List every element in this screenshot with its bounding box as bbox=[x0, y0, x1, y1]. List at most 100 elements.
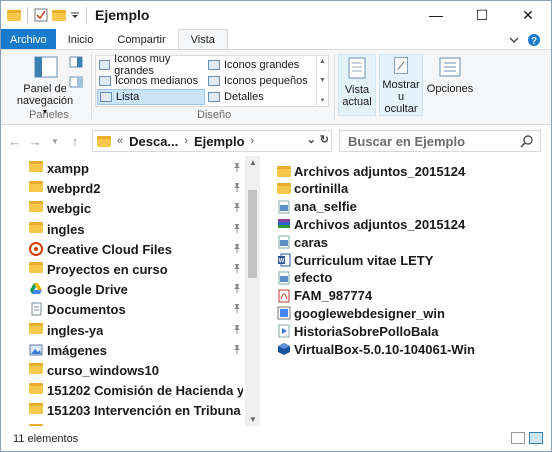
tab-archivo[interactable]: Archivo bbox=[1, 29, 56, 50]
pin-icon[interactable] bbox=[232, 223, 242, 236]
nav-item[interactable]: 151202 Comisión de Hacienda y C bbox=[1, 380, 245, 400]
maximize-button[interactable]: ☐ bbox=[459, 1, 505, 29]
current-view-button[interactable]: Vista actual bbox=[338, 54, 376, 116]
forward-icon[interactable]: → bbox=[27, 134, 43, 149]
file-item-label: efecto bbox=[294, 270, 333, 286]
overflow-chevron-icon[interactable]: « bbox=[117, 135, 123, 147]
current-view-label: Vista actual bbox=[342, 84, 372, 108]
pictures-icon bbox=[29, 343, 43, 357]
details-pane-icon[interactable] bbox=[69, 76, 83, 88]
file-item[interactable]: HistoriaSobrePolloBala bbox=[277, 322, 438, 340]
nav-item-label: Galerías bbox=[47, 424, 98, 426]
window-title: Ejemplo bbox=[95, 7, 150, 23]
expand-gallery-icon[interactable]: ▾ bbox=[321, 96, 325, 104]
chevron-right-icon[interactable]: › bbox=[184, 135, 188, 147]
refresh-icon[interactable]: ↻ bbox=[320, 133, 329, 146]
file-item[interactable]: W Curriculum vitae LETY bbox=[277, 251, 433, 269]
folder-icon bbox=[29, 383, 43, 395]
folder-icon bbox=[29, 403, 43, 415]
image-file-icon bbox=[277, 271, 291, 285]
file-item[interactable]: VirtualBox-5.0.10-104061-Win bbox=[277, 340, 475, 358]
breadcrumb-item[interactable]: Desca... bbox=[129, 134, 178, 149]
nav-item-label: 151203 Intervención en Tribuna d bbox=[47, 403, 243, 419]
ribbon-panel: Panel de navegación ▼ Paneles Iconos muy… bbox=[1, 49, 551, 125]
help-icon[interactable]: ? bbox=[527, 33, 541, 47]
folder-icon bbox=[277, 165, 291, 177]
pin-icon[interactable] bbox=[232, 162, 242, 175]
file-item[interactable]: efecto bbox=[277, 269, 332, 287]
pin-icon[interactable] bbox=[232, 182, 242, 195]
file-item[interactable]: cortinilla bbox=[277, 180, 348, 198]
layout-small-icons[interactable]: Iconos pequeños bbox=[206, 73, 314, 89]
tab-compartir[interactable]: Compartir bbox=[105, 29, 177, 50]
chevron-down-icon[interactable] bbox=[509, 36, 519, 44]
dropdown-icon[interactable]: ⌄ bbox=[307, 133, 316, 146]
nav-item[interactable]: 151203 Intervención en Tribuna d bbox=[1, 400, 245, 420]
options-button[interactable]: Opciones bbox=[427, 54, 473, 95]
new-folder-icon[interactable] bbox=[52, 9, 66, 21]
tab-vista[interactable]: Vista bbox=[177, 29, 228, 50]
folder-icon bbox=[29, 262, 43, 273]
nav-item[interactable]: ingles bbox=[1, 219, 245, 239]
chevron-right-icon[interactable]: › bbox=[251, 135, 255, 147]
layout-list[interactable]: Lista bbox=[97, 89, 205, 105]
pin-icon[interactable] bbox=[232, 202, 242, 215]
pin-icon[interactable] bbox=[232, 324, 242, 337]
folder-icon bbox=[29, 363, 43, 374]
installer-icon bbox=[277, 306, 291, 320]
layout-large-icons[interactable]: Iconos grandes bbox=[206, 57, 314, 73]
file-item[interactable]: ana_selfie bbox=[277, 198, 357, 216]
nav-item[interactable]: Proyectos en curso bbox=[1, 259, 245, 279]
nav-item[interactable]: Imágenes bbox=[1, 340, 245, 360]
layout-extra-large-icons[interactable]: Iconos muy grandes bbox=[97, 53, 205, 77]
nav-item[interactable]: ingles-ya bbox=[1, 320, 245, 340]
details-view-icon[interactable] bbox=[511, 432, 525, 444]
tab-inicio[interactable]: Inicio bbox=[56, 29, 106, 50]
pin-icon[interactable] bbox=[232, 283, 242, 296]
separator bbox=[334, 54, 335, 120]
layout-details[interactable]: Detalles bbox=[206, 89, 314, 105]
nav-item[interactable]: Google Drive bbox=[1, 279, 245, 299]
nav-item[interactable]: webprd2 bbox=[1, 178, 245, 198]
scroll-down-icon[interactable]: ▼ bbox=[319, 77, 326, 84]
pin-icon[interactable] bbox=[232, 243, 242, 256]
close-button[interactable]: ✕ bbox=[505, 1, 551, 29]
nav-item[interactable]: curso_windows10 bbox=[1, 360, 245, 380]
file-item[interactable]: Archivos adjuntos_2015124 bbox=[277, 215, 465, 233]
layout-gallery-scroll[interactable]: ▲ ▼ ▾ bbox=[316, 56, 328, 106]
layout-medium-icons[interactable]: Iconos medianos bbox=[97, 73, 205, 89]
pin-icon[interactable] bbox=[232, 303, 242, 316]
nav-item[interactable]: Creative Cloud Files bbox=[1, 239, 245, 259]
scroll-thumb[interactable] bbox=[248, 190, 257, 278]
pin-icon[interactable] bbox=[232, 263, 242, 276]
back-icon[interactable]: ← bbox=[7, 134, 23, 149]
pin-icon[interactable] bbox=[232, 344, 242, 357]
scroll-down-icon[interactable]: ▼ bbox=[249, 415, 257, 424]
search-input[interactable]: Buscar en Ejemplo bbox=[339, 130, 541, 152]
large-icons-view-icon[interactable] bbox=[529, 432, 543, 444]
file-item[interactable]: FAM_987774 bbox=[277, 287, 372, 305]
file-item[interactable]: Archivos adjuntos_2015124 bbox=[277, 162, 465, 180]
minimize-button[interactable]: — bbox=[413, 1, 459, 29]
scroll-up-icon[interactable]: ▲ bbox=[319, 58, 326, 65]
nav-item[interactable]: xampp bbox=[1, 158, 245, 178]
nav-item[interactable]: Galerías bbox=[1, 421, 245, 426]
properties-icon[interactable] bbox=[34, 8, 48, 22]
file-item[interactable]: caras bbox=[277, 233, 328, 251]
navigation-scrollbar[interactable]: ▲ ▼ bbox=[245, 156, 260, 426]
nav-item[interactable]: Documentos bbox=[1, 299, 245, 319]
address-bar[interactable]: « Desca... › Ejemplo › ⌄ ↻ bbox=[92, 130, 332, 152]
file-item[interactable]: googlewebdesigner_win bbox=[277, 304, 445, 322]
show-hide-icon bbox=[394, 57, 408, 74]
breadcrumb-item[interactable]: Ejemplo bbox=[194, 134, 245, 149]
up-icon[interactable]: ↑ bbox=[67, 134, 83, 149]
scroll-up-icon[interactable]: ▲ bbox=[249, 158, 257, 167]
separator bbox=[27, 7, 28, 23]
recent-locations-icon[interactable]: ▼ bbox=[47, 137, 63, 146]
show-hide-button[interactable]: Mostrar u ocultar bbox=[379, 54, 423, 116]
file-item-label: caras bbox=[294, 234, 328, 250]
customize-toolbar-icon[interactable] bbox=[70, 10, 80, 20]
file-item-label: HistoriaSobrePolloBala bbox=[294, 323, 439, 339]
nav-item[interactable]: webgic bbox=[1, 198, 245, 218]
preview-pane-icon[interactable] bbox=[69, 56, 83, 68]
